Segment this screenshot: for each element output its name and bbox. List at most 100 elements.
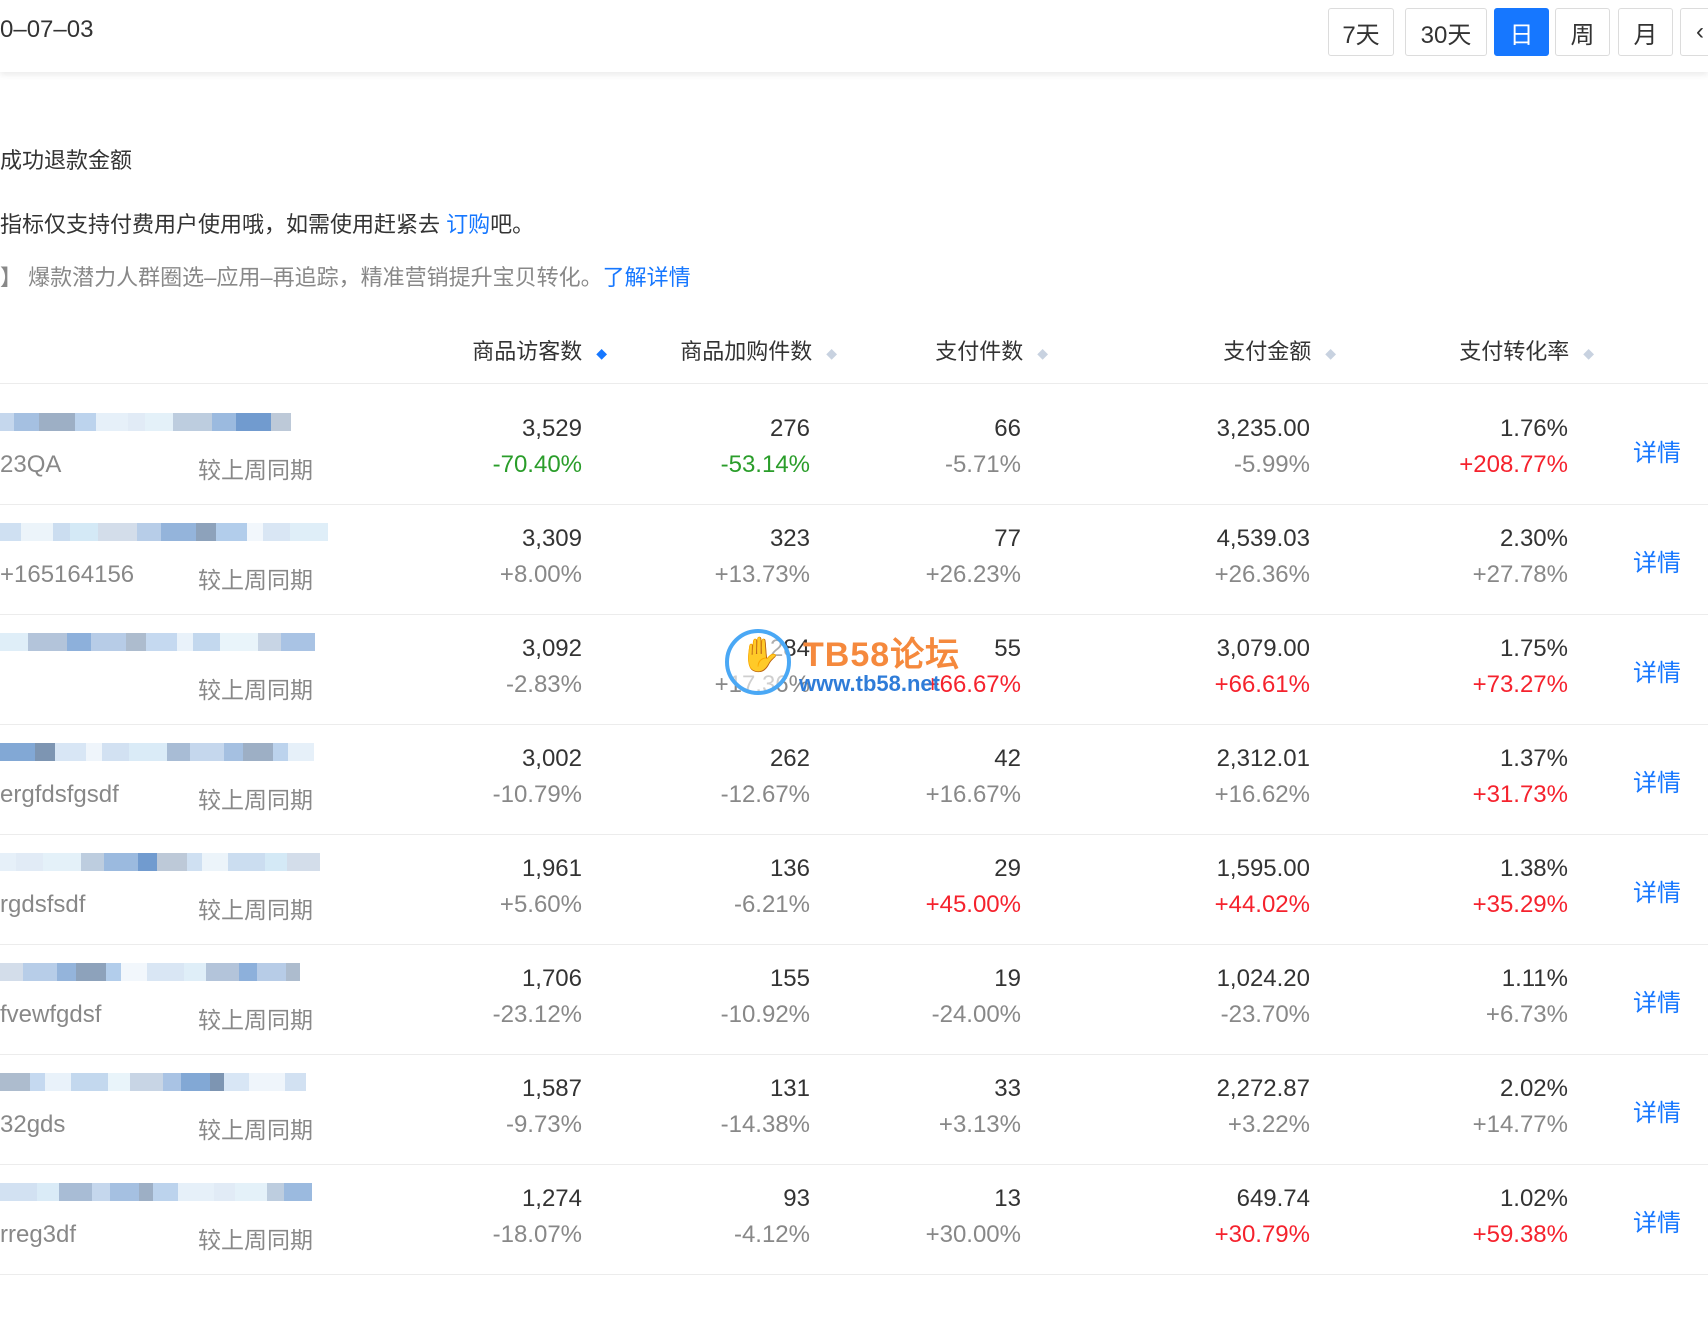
conversion-rate-change: +73.27% [1472, 671, 1568, 698]
pixel-block [37, 1183, 59, 1201]
period-week-button[interactable]: 周 [1555, 8, 1610, 56]
pixel-block [224, 1073, 249, 1091]
product-name-blurred[interactable] [0, 407, 300, 447]
pixel-block [258, 633, 281, 651]
pixel-block [106, 963, 121, 981]
pixel-block [173, 413, 212, 431]
col-paid-items-label: 支付件数 [935, 339, 1024, 364]
paid-amount-cell: 3,079.00 +66.61% [1170, 605, 1310, 715]
cart-items-cell: 155 -10.92% [670, 935, 810, 1045]
pixel-block [153, 1183, 178, 1201]
pixel-block [161, 523, 196, 541]
paid-amount-change: +16.62% [1214, 781, 1310, 808]
paid-amount-change: +30.79% [1214, 1221, 1310, 1248]
detail-link[interactable]: 详情 [1633, 1093, 1681, 1128]
sort-icon[interactable]: ◆ [1583, 345, 1594, 362]
col-cart-header[interactable]: 商品加购件数 ◆ [680, 334, 837, 366]
sort-icon[interactable]: ◆ [1325, 345, 1336, 362]
period-day-button[interactable]: 日 [1494, 8, 1549, 56]
paid-items-value: 33 [994, 1075, 1021, 1102]
cart-items-value: 131 [769, 1075, 810, 1102]
product-name-blurred[interactable] [0, 517, 328, 557]
detail-link[interactable]: 详情 [1633, 543, 1681, 578]
conversion-rate-value: 1.76% [1499, 415, 1568, 442]
paid-items-value: 55 [994, 635, 1021, 662]
sort-icon[interactable]: ◆ [826, 345, 837, 362]
col-visitors-header[interactable]: 商品访客数 ◆ [472, 334, 607, 366]
pixel-block [0, 1183, 37, 1201]
pixel-block [206, 963, 239, 981]
pixel-block [181, 1073, 210, 1091]
subscribe-link[interactable]: 订购 [446, 212, 490, 237]
col-conversion-header[interactable]: 支付转化率 ◆ [1459, 334, 1594, 366]
conversion-rate-change: +14.77% [1472, 1111, 1568, 1138]
promo-notice: 】 爆款潜力人群圈选–应用–再追踪，精准营销提升宝贝转化。了解详情 [0, 260, 691, 292]
pixel-block [138, 853, 157, 871]
paid-items-cell: 77 +26.23% [881, 495, 1021, 605]
pixel-block [265, 853, 287, 871]
table-row: fvewfgdsf 较上周同期 1,706 -23.12% 155 -10.92% 19 -2… [0, 935, 1708, 1055]
detail-link[interactable]: 详情 [1633, 873, 1681, 908]
pixel-block [14, 413, 39, 431]
product-name-blurred[interactable] [0, 1177, 312, 1217]
paid-items-cell: 29 +45.00% [881, 825, 1021, 935]
pixel-block [0, 1073, 30, 1091]
product-name-blurred[interactable] [0, 957, 300, 997]
product-name-blurred[interactable] [0, 1067, 306, 1107]
pixel-block [263, 523, 290, 541]
col-paid-amount-header[interactable]: 支付金额 ◆ [1223, 334, 1336, 366]
conversion-rate-cell: 2.02% +14.77% [1428, 1045, 1568, 1155]
conversion-rate-cell: 1.38% +35.29% [1428, 825, 1568, 935]
prev-arrow-button[interactable]: ‹ [1680, 8, 1708, 56]
compare-label: 较上周同期 [198, 897, 313, 923]
learn-more-link[interactable]: 了解详情 [603, 265, 691, 290]
visitors-value: 1,706 [521, 965, 582, 992]
paid-items-change: +26.23% [925, 561, 1021, 588]
product-name-blurred[interactable] [0, 847, 320, 887]
conversion-rate-value: 2.30% [1499, 525, 1568, 552]
pixel-block [71, 1073, 108, 1091]
pixel-block [67, 633, 91, 651]
product-name-blurred[interactable] [0, 737, 314, 777]
cart-items-cell: 284 +17.36% [670, 605, 810, 715]
date-display: 0–07–03 [0, 16, 94, 43]
conversion-rate-change: +208.77% [1459, 451, 1568, 478]
pixel-block [128, 413, 145, 431]
detail-link[interactable]: 详情 [1633, 433, 1681, 468]
paid-amount-cell: 4,539.03 +26.36% [1170, 495, 1310, 605]
paid-items-change: +16.67% [925, 781, 1021, 808]
cart-items-change: -12.67% [720, 781, 810, 808]
pixel-block [249, 1073, 285, 1091]
pixel-block [273, 743, 288, 761]
detail-link[interactable]: 详情 [1633, 983, 1681, 1018]
col-paid-items-header[interactable]: 支付件数 ◆ [935, 334, 1048, 366]
pixel-block [75, 413, 96, 431]
detail-link[interactable]: 详情 [1633, 1203, 1681, 1238]
paid-items-change: +45.00% [925, 891, 1021, 918]
cart-items-cell: 136 -6.21% [670, 825, 810, 935]
sort-icon[interactable]: ◆ [1037, 345, 1048, 362]
paid-items-value: 77 [994, 525, 1021, 552]
conversion-rate-change: +6.73% [1485, 1001, 1568, 1028]
cart-items-cell: 323 +13.73% [670, 495, 810, 605]
pixel-block [139, 1183, 153, 1201]
period-month-button[interactable]: 月 [1618, 8, 1673, 56]
product-name-blurred[interactable] [0, 627, 315, 667]
pixel-block [86, 743, 102, 761]
table-row: 32gds 较上周同期 1,587 -9.73% 131 -14.38% 33 +3.13% 2… [0, 1045, 1708, 1165]
compare-label: 较上周同期 [198, 1227, 313, 1253]
detail-link[interactable]: 详情 [1633, 653, 1681, 688]
range-7d-button[interactable]: 7天 [1328, 8, 1394, 56]
paid-items-value: 42 [994, 745, 1021, 772]
paid-notice-text: 指标仅支持付费用户使用哦，如需使用赶紧去 [0, 212, 447, 237]
pixel-block [228, 853, 265, 871]
pixel-block [121, 963, 147, 981]
cart-items-value: 276 [769, 415, 810, 442]
sort-desc-icon[interactable]: ◆ [596, 345, 607, 362]
top-toolbar: 0–07–03 7天 30天 日 周 月 ‹ [0, 0, 1708, 72]
detail-link[interactable]: 详情 [1633, 763, 1681, 798]
range-30d-button[interactable]: 30天 [1405, 8, 1487, 56]
pixel-block [288, 743, 314, 761]
conversion-rate-value: 1.11% [1501, 965, 1568, 992]
visitors-change: -18.07% [492, 1221, 582, 1248]
